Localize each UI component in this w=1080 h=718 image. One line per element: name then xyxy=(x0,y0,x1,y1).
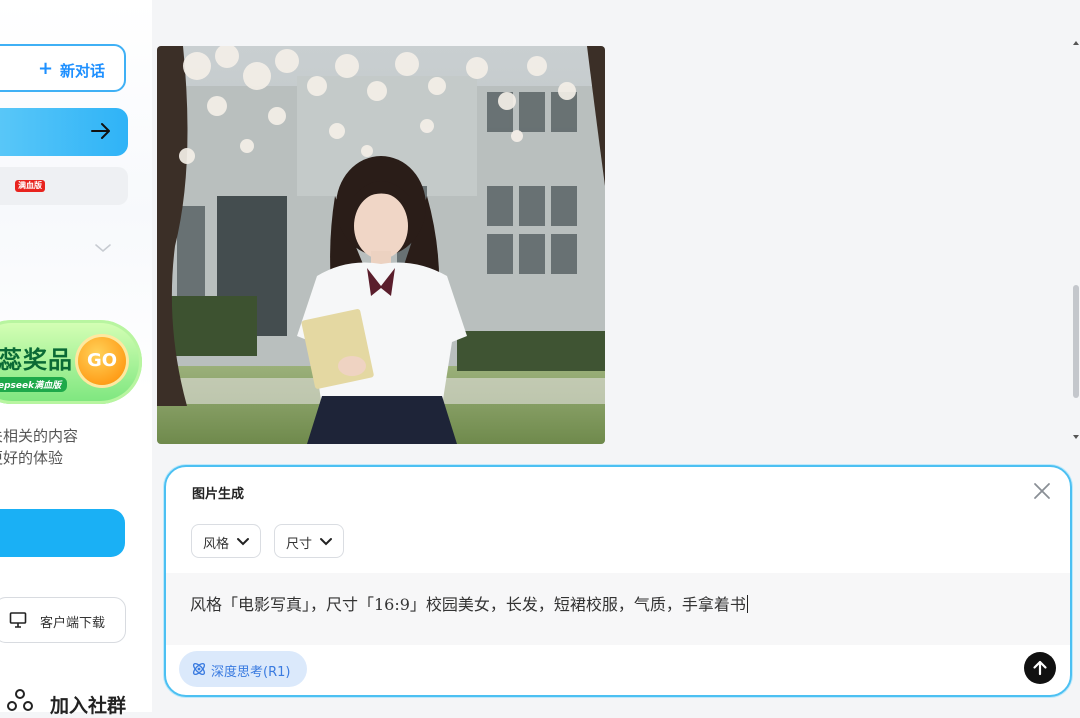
plus-icon: + xyxy=(38,58,54,79)
generated-image[interactable] xyxy=(157,46,605,444)
arrow-up-icon xyxy=(1033,660,1047,676)
client-download-label: 客户端下载 xyxy=(40,616,106,631)
deep-think-toggle[interactable]: 深度思考(R1) xyxy=(179,651,307,687)
generated-photo xyxy=(157,46,605,444)
scroll-down-arrow[interactable] xyxy=(1073,434,1079,440)
scrollbar-thumb[interactable] xyxy=(1073,285,1079,398)
full-version-badge: 满血版 xyxy=(15,180,45,192)
style-dropdown-label: 风格 xyxy=(203,537,230,552)
chevron-down-icon xyxy=(320,538,332,546)
text-caret xyxy=(746,595,748,613)
login-button[interactable]: 录 xyxy=(0,509,125,557)
atom-icon xyxy=(192,662,206,676)
sidebar: + 新对话 满血版 蕊奖品 epseek满血版 GO 关相关的内容 更好的体验 … xyxy=(0,0,152,717)
client-download-button[interactable]: 客户端下载 xyxy=(0,597,126,643)
prompt-input[interactable]: 风格「电影写真」，尺寸「16:9」校园美女，长发，短裙校服，气质，手拿着书 xyxy=(166,573,1070,645)
prompt-text-value: 风格「电影写真」，尺寸「16:9」校园美女，长发，短裙校服，气质，手拿着书 xyxy=(190,595,746,614)
promo-subtitle: epseek满血版 xyxy=(0,377,68,392)
composer-mode-title: 图片生成 xyxy=(192,487,245,502)
new-chat-label: 新对话 xyxy=(60,62,106,80)
composer-panel: 图片生成 风格 尺寸 风格「电影写真」，尺寸「16:9」校园美女，长发，短裙校服… xyxy=(164,465,1072,697)
sidebar-description-line-1: 关相关的内容 xyxy=(0,427,79,445)
model-version-item[interactable]: 满血版 xyxy=(0,167,128,205)
close-icon[interactable] xyxy=(1032,481,1052,501)
prompt-text[interactable]: 风格「电影写真」，尺寸「16:9」校园美女，长发，短裙校服，气质，手拿着书 xyxy=(190,591,748,615)
primary-nav-button[interactable] xyxy=(0,108,128,156)
arrow-right-icon xyxy=(91,123,110,139)
chevron-down-icon xyxy=(237,538,249,546)
join-community-label: 加入社群 xyxy=(50,695,127,717)
new-chat-button[interactable]: + 新对话 xyxy=(0,44,126,92)
community-icon xyxy=(7,689,33,711)
deep-think-label: 深度思考(R1) xyxy=(211,665,291,680)
chevron-down-icon[interactable] xyxy=(94,242,112,254)
promo-banner[interactable]: 蕊奖品 epseek满血版 GO xyxy=(0,320,142,404)
send-button[interactable] xyxy=(1024,652,1056,684)
scroll-up-arrow[interactable] xyxy=(1073,40,1079,46)
style-dropdown[interactable]: 风格 xyxy=(191,524,261,558)
size-dropdown[interactable]: 尺寸 xyxy=(274,524,344,558)
sidebar-description-line-2: 更好的体验 xyxy=(0,449,64,467)
promo-go-button[interactable]: GO xyxy=(78,337,126,385)
monitor-icon xyxy=(9,612,27,628)
size-dropdown-label: 尺寸 xyxy=(286,537,313,552)
promo-title: 蕊奖品 xyxy=(0,346,73,374)
